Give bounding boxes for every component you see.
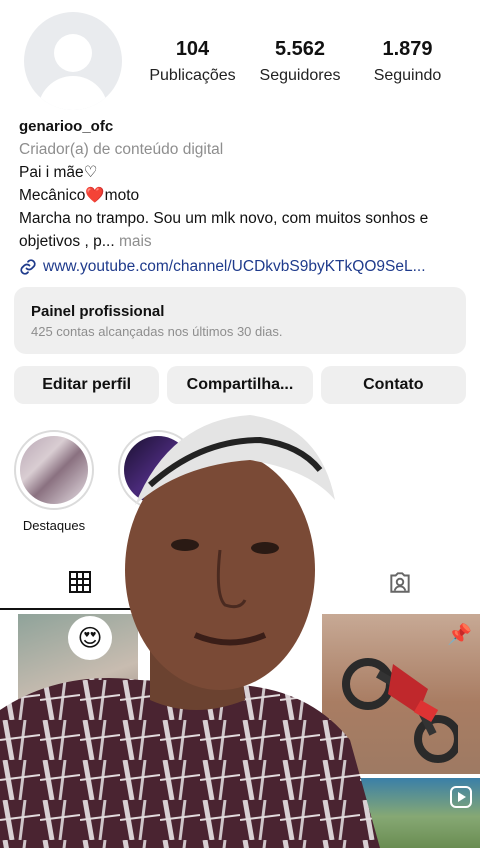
more-link[interactable]: mais: [119, 233, 152, 250]
share-profile-button[interactable]: Compartilha...: [167, 366, 313, 404]
panel-subtitle: 425 contas alcançadas nos últimos 30 dia…: [31, 324, 283, 339]
pin-icon: 📌: [447, 624, 472, 646]
profile-stats: 104 Publicações 5.562 Seguidores 1.879 S…: [140, 38, 460, 85]
stat-followers-value: 5.562: [274, 38, 326, 60]
stat-posts-label: Publicações: [149, 67, 236, 84]
tab-tagged[interactable]: [380, 562, 420, 602]
stat-followers-label: Seguidores: [259, 67, 341, 84]
contact-button[interactable]: Contato: [320, 366, 466, 404]
username: genarioo_ofc: [19, 118, 114, 135]
stat-followers[interactable]: 5.562 Seguidores: [248, 38, 353, 85]
stat-following-value: 1.879: [382, 38, 433, 60]
edit-profile-button[interactable]: Editar perfil: [14, 366, 160, 404]
bio-line-2-b: moto: [104, 187, 140, 204]
profile-link-text: www.youtube.com/channel/UCDkvbS9byKTkQO9…: [43, 258, 426, 275]
link-icon: [20, 258, 36, 275]
profile-category: Criador(a) de conteúdo digital: [19, 141, 224, 158]
avatar-head-shape: [54, 34, 92, 72]
profile-avatar[interactable]: [24, 12, 122, 110]
profile-link[interactable]: www.youtube.com/channel/UCDkvbS9byKTkQO9…: [19, 255, 469, 278]
person-video-overlay: [0, 415, 380, 848]
bio-line-3-text: Marcha no trampo. Sou um mlk novo, com m…: [19, 210, 429, 250]
professional-dashboard[interactable]: Painel profissional 425 contas alcançada…: [14, 287, 466, 354]
profile-bio: genarioo_ofc Criador(a) de conteúdo digi…: [19, 115, 469, 278]
bio-line-1: Pai i mãe♡: [19, 164, 98, 181]
stat-following-label: Seguindo: [373, 67, 442, 84]
reel-icon: [450, 786, 472, 808]
profile-actions: Editar perfil Compartilha... Contato: [14, 366, 466, 404]
avatar-body-shape: [38, 76, 108, 110]
bio-line-2: Mecânico❤️moto: [19, 184, 469, 207]
stat-posts[interactable]: 104 Publicações: [140, 38, 245, 85]
stat-following[interactable]: 1.879 Seguindo: [355, 38, 460, 85]
bio-line-2-a: Mecânico: [19, 187, 86, 204]
heart-emoji: ❤️: [85, 187, 105, 204]
panel-title: Painel profissional: [31, 303, 165, 320]
tagged-person-icon: [390, 572, 410, 593]
stat-posts-value: 104: [175, 38, 210, 60]
bio-line-3: Marcha no trampo. Sou um mlk novo, com m…: [19, 207, 469, 253]
